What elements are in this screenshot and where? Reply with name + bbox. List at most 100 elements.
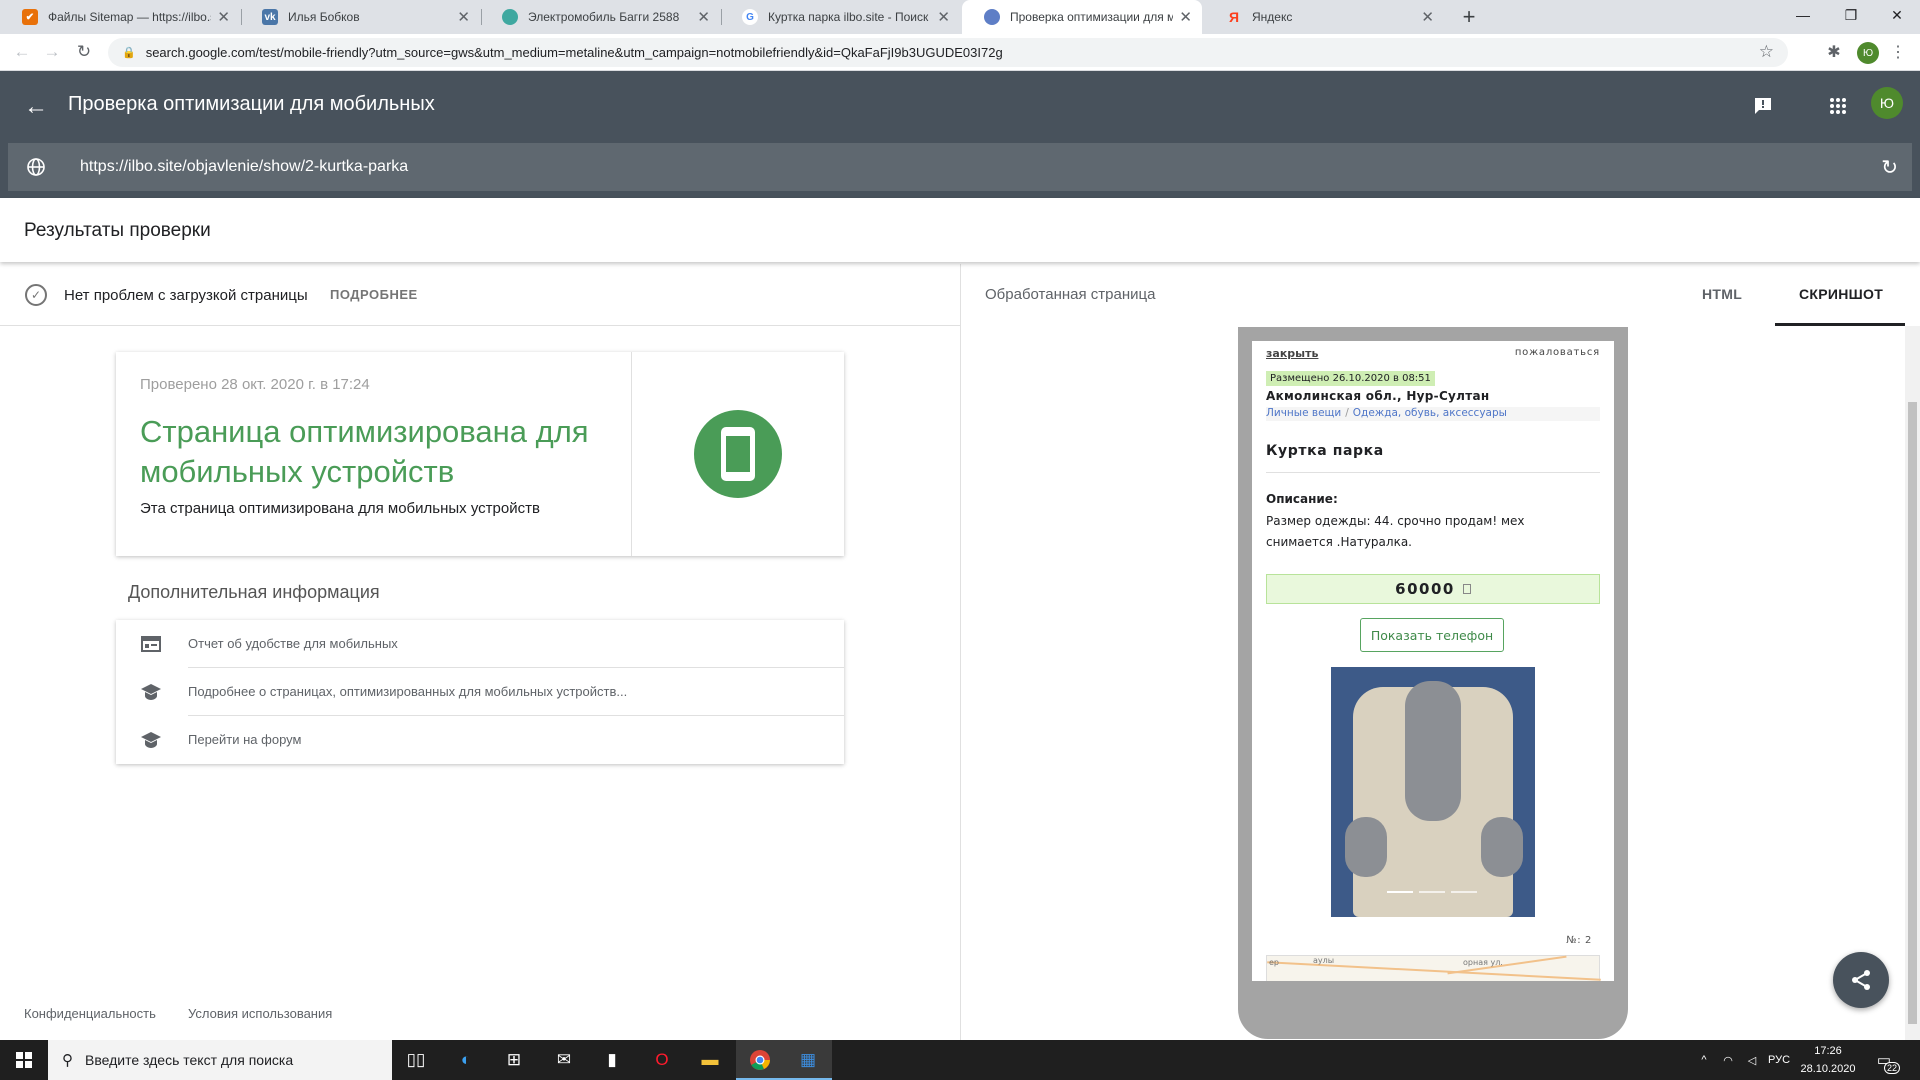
link-forum[interactable]: Перейти на форум [116,716,844,764]
carousel-dot [1419,891,1445,893]
close-window-button[interactable]: ✕ [1874,0,1920,30]
browser-menu-icon[interactable]: ⋮ [1890,40,1906,64]
close-tab-icon[interactable]: ✕ [1179,8,1192,26]
header-edge [0,143,8,198]
item-photo [1331,667,1535,917]
clock-time: 17:26 [1814,1045,1842,1057]
reload-icon[interactable]: ↻ [72,40,96,64]
back-icon[interactable]: ← [10,40,34,64]
item-title: Куртка парка [1266,443,1384,459]
task-view-icon[interactable]: ▯▯ [392,1040,440,1080]
wifi-icon[interactable]: ◠ [1716,1040,1740,1080]
forward-icon[interactable]: → [40,40,64,64]
scrollbar-thumb[interactable] [1908,402,1917,1024]
taskbar-search-box[interactable]: ⚲ Введите здесь текст для поиска [48,1040,392,1080]
app-title: Проверка оптимизации для мобильных [68,93,435,115]
posted-date: Размещено 26.10.2020 в 08:51 [1266,371,1435,386]
tab-title: Электромобиль Багги 2588 [528,10,680,24]
result-subtext: Эта страница оптимизирована для мобильны… [140,500,540,517]
search-icon: ⚲ [62,1052,73,1069]
opera-icon[interactable]: O [638,1040,686,1080]
taskbar-search-placeholder: Введите здесь текст для поиска [85,1052,294,1068]
browser-profile-avatar[interactable]: Ю [1857,42,1879,64]
processed-page-title: Обработанная страница [985,286,1156,303]
volume-icon[interactable]: ◁ [1740,1040,1764,1080]
map-label: орная ул. [1463,958,1503,967]
minimize-button[interactable]: — [1780,0,1826,30]
google-search-console-icon [984,9,1000,25]
carousel-dot [1451,891,1477,893]
new-tab-button[interactable]: + [1454,0,1484,34]
arrow-back-icon[interactable]: ← [24,93,48,121]
google-icon: G [742,9,758,25]
close-tab-icon[interactable]: ✕ [457,8,470,26]
app-grid-icon[interactable]: ▦ [784,1040,832,1080]
terms-link[interactable]: Условия использования [188,1006,332,1021]
close-tab-icon[interactable]: ✕ [1421,8,1434,26]
close-tab-icon[interactable]: ✕ [217,8,230,26]
results-header: Результаты проверки [0,198,1920,262]
edge-icon[interactable]: ◐ [442,1040,490,1080]
notification-center-icon[interactable]: ▭ 22 [1870,1048,1900,1074]
file-explorer-icon[interactable]: ▬ [686,1040,734,1080]
browser-tab-0[interactable]: ✔ Файлы Sitemap — https://ilbo.si ✕ [0,0,240,34]
tab-title: Яндекс [1252,10,1293,24]
mail-icon[interactable]: ✉ [540,1040,588,1080]
pane-divider [960,264,961,1040]
clock-date: 28.10.2020 [1800,1063,1856,1075]
breadcrumb: Личные вещи / Одежда, обувь, аксессуары [1266,407,1600,421]
privacy-link[interactable]: Конфиденциальность [24,1006,156,1021]
currency-glyph-icon [1462,584,1471,594]
apps-grid-icon[interactable] [1823,91,1853,121]
share-button[interactable] [1833,952,1889,1008]
chrome-icon[interactable] [736,1040,784,1080]
yandex-icon: Я [1228,9,1240,25]
tested-url-text[interactable]: https://ilbo.site/objavlenie/show/2-kurt… [80,158,408,176]
show-phone-button: Показать телефон [1360,618,1504,652]
tray-chevron-icon[interactable]: ^ [1692,1040,1716,1080]
tested-url-bar[interactable]: https://ilbo.site/objavlenie/show/2-kurt… [8,143,1912,191]
browser-tab-1[interactable]: vk Илья Бобков ✕ [240,0,480,34]
close-link: закрыть [1266,347,1319,360]
check-circle-icon: ✓ [25,284,47,306]
retest-icon[interactable]: ↻ [1881,155,1898,180]
close-tab-icon[interactable]: ✕ [937,8,950,26]
lock-icon[interactable]: 🔒 [122,46,136,59]
checked-timestamp: Проверено 28 окт. 2020 г. в 17:24 [140,376,370,393]
browser-tab-3[interactable]: G Куртка парка ilbo.site - Поиск в ✕ [720,0,960,34]
link-learn-more[interactable]: Подробнее о страницах, оптимизированных … [116,668,844,716]
browser-tab-2[interactable]: Электромобиль Багги 2588 ✕ [480,0,720,34]
details-button[interactable]: ПОДРОБНЕЕ [330,287,418,302]
file-icon[interactable]: ▮ [588,1040,636,1080]
account-avatar[interactable]: Ю [1871,87,1903,119]
store-icon[interactable]: ⊞ [490,1040,538,1080]
extensions-icon[interactable]: ✱ [1822,40,1846,64]
vk-icon: vk [262,9,278,25]
taskbar-clock[interactable]: 17:26 28.10.2020 [1794,1042,1862,1078]
notification-count: 22 [1883,1062,1900,1074]
scrollbar[interactable] [1905,326,1920,1040]
header-edge [0,191,1920,198]
description-text: Размер одежды: 44. срочно продам! мех сн… [1266,514,1525,549]
link-label[interactable]: Перейти на форум [188,732,301,747]
feedback-icon[interactable] [1748,91,1778,121]
link-mobile-usability-report[interactable]: Отчет об удобстве для мобильных [116,620,844,668]
header-edge [1912,143,1920,198]
tab-screenshot[interactable]: СКРИНШОТ [1799,286,1883,302]
language-indicator[interactable]: РУС [1764,1040,1794,1080]
windows-start-icon[interactable] [0,1040,48,1080]
page-screenshot: закрыть пожаловаться Размещено 26.10.202… [1252,341,1614,981]
browser-tab-4[interactable]: Проверка оптимизации для мо ✕ [962,0,1202,34]
restore-button[interactable]: ❐ [1828,0,1874,30]
address-text: search.google.com/test/mobile-friendly?u… [145,45,1003,60]
load-status-text: Нет проблем с загрузкой страницы [64,287,308,304]
tab-title: Проверка оптимизации для мо [1010,10,1174,24]
link-label[interactable]: Отчет об удобстве для мобильных [188,636,398,651]
address-bar[interactable]: 🔒 search.google.com/test/mobile-friendly… [108,38,1788,67]
school-icon [140,730,162,750]
close-tab-icon[interactable]: ✕ [697,8,710,26]
bookmark-star-icon[interactable]: ☆ [1759,42,1774,62]
link-label[interactable]: Подробнее о страницах, оптимизированных … [188,684,627,699]
browser-tab-5[interactable]: Я Яндекс ✕ [1204,0,1444,34]
tab-html[interactable]: HTML [1702,286,1742,302]
